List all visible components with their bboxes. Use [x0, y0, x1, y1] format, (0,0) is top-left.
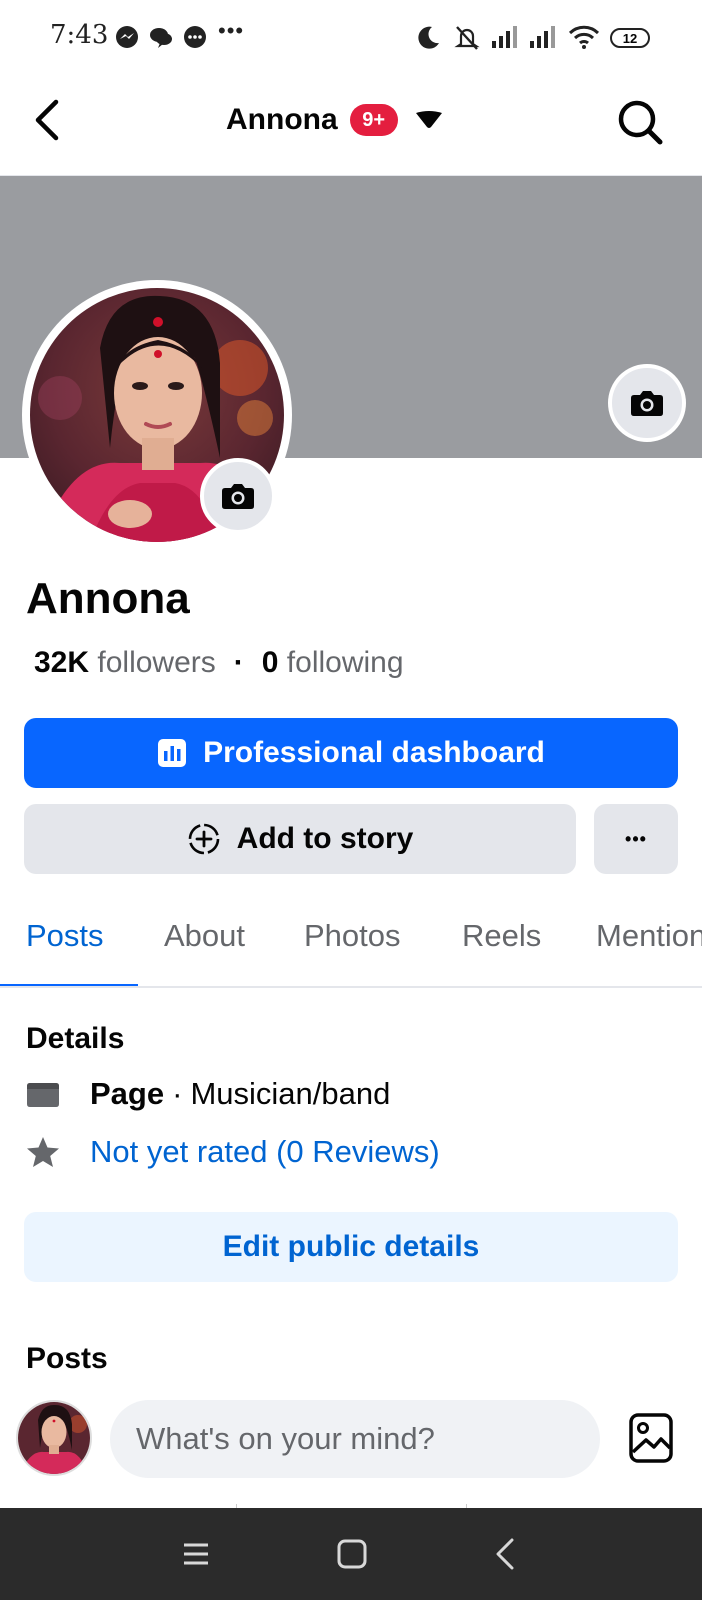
- followers-count: 32K: [34, 646, 90, 679]
- star-icon: [26, 1135, 60, 1169]
- details-heading: Details: [26, 1022, 125, 1055]
- tab-reels[interactable]: Reels: [462, 918, 541, 954]
- photo-upload-icon[interactable]: [628, 1412, 674, 1464]
- whats-on-your-mind-input[interactable]: What's on your mind?: [110, 1400, 600, 1478]
- following-count: 0: [261, 646, 279, 679]
- composer-avatar[interactable]: [16, 1400, 92, 1476]
- recent-apps-icon[interactable]: [176, 1534, 216, 1574]
- rating-row: Not yet rated (0 Reviews): [26, 1134, 440, 1170]
- back-nav-icon[interactable]: [486, 1534, 526, 1574]
- battery-icon: 12: [610, 28, 650, 48]
- more-options-button[interactable]: •••: [594, 804, 678, 874]
- page-category: Musician/band: [190, 1076, 391, 1111]
- followers-label: followers: [97, 646, 216, 679]
- tab-mentions[interactable]: Mentions: [596, 918, 702, 954]
- signal-icon-2: [530, 26, 555, 48]
- camera-icon: [631, 391, 663, 416]
- edit-cover-button[interactable]: [608, 364, 686, 442]
- add-story-icon: [188, 823, 219, 855]
- profile-switcher[interactable]: Annona 9+: [226, 100, 444, 140]
- dashboard-chart-icon: [158, 739, 187, 767]
- followers-link[interactable]: 32K followers: [34, 646, 216, 680]
- page-category-row: Page · Musician/band: [26, 1076, 390, 1112]
- more-icon: •••: [625, 828, 647, 849]
- profile-name: Annona: [26, 574, 190, 623]
- follow-stats: 32K followers · 0 following: [34, 646, 404, 680]
- back-arrow-icon[interactable]: [28, 98, 68, 142]
- rating-link[interactable]: Not yet rated (0 Reviews): [90, 1134, 440, 1170]
- professional-dashboard-button[interactable]: Professional dashboard: [24, 718, 678, 788]
- stats-separator: ·: [233, 646, 244, 679]
- status-time: 7:43: [50, 20, 109, 50]
- page-flag-icon: [26, 1077, 60, 1111]
- wifi-icon: [568, 25, 600, 49]
- professional-dashboard-label: Professional dashboard: [203, 736, 545, 769]
- active-tab-indicator: [0, 984, 138, 986]
- android-nav-bar: [0, 1508, 702, 1600]
- home-icon[interactable]: [332, 1534, 372, 1574]
- messenger-icon: [116, 26, 138, 48]
- edit-public-details-label: Edit public details: [222, 1230, 480, 1263]
- tab-about[interactable]: About: [164, 918, 245, 954]
- add-to-story-button[interactable]: Add to story: [24, 804, 576, 874]
- composer-profile-photo: [18, 1402, 90, 1474]
- notification-badge: 9+: [349, 104, 398, 136]
- detail-separator: ·: [172, 1076, 183, 1111]
- camera-icon: [222, 484, 254, 509]
- bell-muted-icon: [454, 26, 480, 50]
- following-label: following: [286, 646, 404, 679]
- chat-bubbles-icon: [150, 28, 172, 48]
- status-overflow: •••: [218, 18, 245, 43]
- tab-photos[interactable]: Photos: [304, 918, 401, 954]
- posts-heading: Posts: [26, 1342, 108, 1375]
- caret-down-icon[interactable]: [414, 110, 444, 130]
- chat-icon: [184, 26, 206, 48]
- header-title: Annona: [226, 103, 338, 136]
- page-type-label: Page: [90, 1076, 165, 1111]
- tab-posts[interactable]: Posts: [26, 918, 104, 954]
- edit-public-details-button[interactable]: Edit public details: [24, 1212, 678, 1282]
- following-link[interactable]: 0 following: [262, 646, 404, 680]
- search-icon[interactable]: [616, 98, 664, 146]
- composer-placeholder: What's on your mind?: [136, 1421, 435, 1456]
- battery-level: 12: [622, 30, 638, 46]
- edit-avatar-button[interactable]: [200, 458, 276, 534]
- add-to-story-label: Add to story: [236, 822, 414, 855]
- moon-icon: [418, 26, 439, 49]
- top-header: Annona 9+: [0, 76, 702, 176]
- status-bar: 7:43 ••• 12: [0, 0, 702, 76]
- profile-tabs: Posts About Photos Reels Mentions: [0, 896, 702, 988]
- signal-icon: [492, 26, 517, 48]
